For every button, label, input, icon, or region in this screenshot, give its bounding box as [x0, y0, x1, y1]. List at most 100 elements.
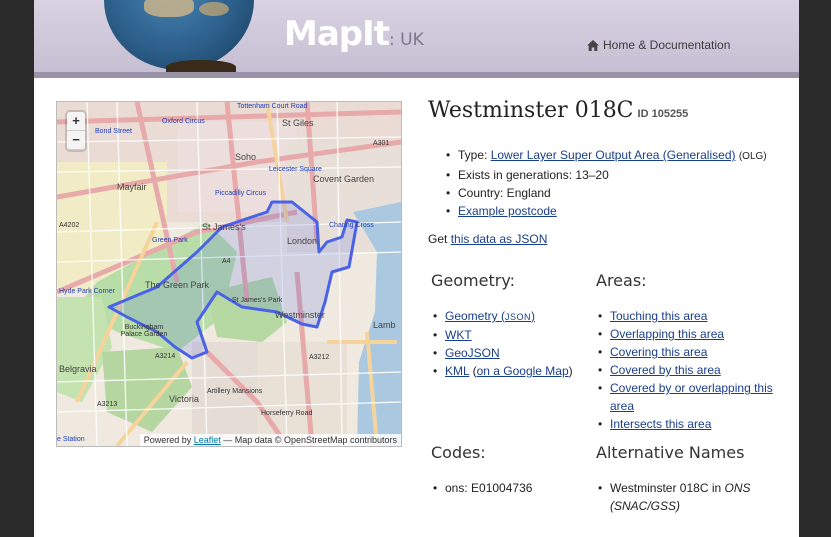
alternative-names-list: Westminster 018C in ONS (SNAC/GSS) — [596, 479, 776, 515]
map-label: Belgravia — [59, 364, 97, 374]
home-documentation-label: Home & Documentation — [603, 38, 731, 52]
page-title: Westminster 018C ID 105255 — [428, 98, 688, 123]
map-label: Green Park — [152, 237, 188, 244]
touching-link[interactable]: Touching this area — [610, 309, 707, 323]
json-prefix: Get — [428, 232, 451, 246]
google-map-link[interactable]: on a Google Map — [477, 364, 569, 378]
kml-link[interactable]: KML — [445, 364, 469, 378]
list-item: Covering this area — [596, 343, 776, 361]
list-item: Overlapping this area — [596, 325, 776, 343]
map-label: Soho — [235, 152, 257, 162]
map-label: Charing Cross — [329, 222, 374, 229]
map-label: Hyde Park Corner — [59, 288, 116, 295]
list-item: Country: England — [444, 184, 767, 202]
area-type-code: (OLG) — [738, 151, 767, 162]
map-label: Mayfair — [117, 182, 147, 192]
list-item: Intersects this area — [596, 415, 776, 433]
geometry-link-text: Geometry ( — [445, 309, 506, 323]
geometry-json-small: JSON — [505, 312, 532, 322]
area-map[interactable]: Tottenham Court Road Oxford Circus Bond … — [56, 101, 402, 447]
list-item: Geometry (JSON) — [431, 307, 573, 326]
overlapping-link[interactable]: Overlapping this area — [610, 327, 724, 341]
codes-list: ons: E01004736 — [431, 479, 532, 497]
covering-link[interactable]: Covering this area — [610, 345, 707, 359]
map-label: A3214 — [155, 353, 176, 360]
zoom-in-button[interactable]: + — [67, 112, 85, 131]
covered-or-overlapping-link[interactable]: Covered by or overlapping this area — [610, 381, 773, 413]
list-item: Type: Lower Layer Super Output Area (Gen… — [444, 146, 767, 166]
map-label: Lamb — [373, 320, 396, 330]
wkt-link[interactable]: WKT — [445, 328, 472, 342]
map-zoom-control: + − — [67, 112, 85, 150]
area-name: Westminster 018C — [428, 98, 634, 123]
home-icon — [587, 39, 599, 51]
type-label: Type: — [458, 148, 491, 162]
map-label: Piccadilly Circus — [215, 190, 266, 197]
map-attribution: Powered by Leaflet — Map data © OpenStre… — [139, 434, 401, 446]
list-item: ons: E01004736 — [431, 479, 532, 497]
map-label: London — [287, 236, 318, 246]
area-id: ID 105255 — [637, 108, 689, 120]
map-label: The Green Park — [145, 280, 210, 290]
map-label: Tottenham Court Road — [237, 103, 308, 110]
site-header: MapIt: UK Home & Documentation — [34, 0, 799, 74]
geojson-link[interactable]: GeoJSON — [445, 346, 500, 360]
map-label: Horseferry Road — [261, 410, 313, 417]
intersects-link[interactable]: Intersects this area — [610, 417, 711, 431]
map-label: Artillery Mansions — [207, 388, 263, 395]
geometry-link-close: ) — [531, 309, 536, 323]
list-item: Exists in generations: 13–20 — [444, 166, 767, 184]
map-label: Buckingham Palace Garden — [120, 324, 168, 338]
google-close: ) — [568, 364, 573, 378]
leaflet-link[interactable]: Leaflet — [194, 435, 221, 445]
attribution-suffix: — Map data © OpenStreetMap contributors — [223, 435, 397, 445]
list-item: WKT — [431, 326, 573, 344]
map-label: Leicester Square — [269, 166, 322, 173]
list-item: Touching this area — [596, 307, 776, 325]
site-logo[interactable]: MapIt: UK — [284, 14, 424, 54]
logo-text: MapIt — [284, 14, 390, 54]
covered-by-link[interactable]: Covered by this area — [610, 363, 721, 377]
example-postcode-link[interactable]: Example postcode — [458, 204, 557, 218]
geometry-json-link[interactable]: Geometry (JSON) — [445, 309, 535, 323]
zoom-out-button[interactable]: − — [67, 131, 85, 150]
google-open: ( — [469, 364, 477, 378]
list-item: GeoJSON — [431, 344, 573, 362]
area-type-link[interactable]: Lower Layer Super Output Area (Generalis… — [491, 148, 736, 162]
map-label: Oxford Circus — [162, 118, 205, 125]
globe-land — [144, 0, 194, 17]
logo-sub: : UK — [389, 30, 424, 50]
codes-heading: Codes: — [431, 443, 486, 462]
areas-list: Touching this area Overlapping this area… — [596, 307, 776, 433]
map-label: St Giles — [282, 118, 314, 128]
list-item: Example postcode — [444, 202, 767, 220]
area-info-list: Type: Lower Layer Super Output Area (Gen… — [444, 146, 767, 220]
alternative-names-heading: Alternative Names — [596, 443, 745, 462]
map-label: A4202 — [59, 222, 80, 229]
geometry-list: Geometry (JSON) WKT GeoJSON KML (on a Go… — [431, 307, 573, 380]
globe-land — [199, 2, 229, 16]
map-label: A3212 — [309, 354, 330, 361]
geometry-heading: Geometry: — [431, 271, 516, 290]
json-data-line: Get this data as JSON — [428, 232, 547, 246]
map-label: A4 — [222, 258, 231, 265]
list-item: Covered by or overlapping this area — [596, 379, 776, 415]
home-documentation-link[interactable]: Home & Documentation — [587, 38, 730, 52]
header-divider — [34, 72, 799, 78]
areas-heading: Areas: — [596, 271, 647, 290]
map-label: St James's Park — [232, 297, 283, 304]
map-label: St James's — [202, 222, 246, 232]
page: MapIt: UK Home & Documentation Tottenham… — [34, 0, 799, 537]
list-item: Westminster 018C in ONS (SNAC/GSS) — [596, 479, 776, 515]
map-label: Covent Garden — [313, 174, 375, 184]
list-item: Covered by this area — [596, 361, 776, 379]
map-label: A3213 — [97, 401, 118, 408]
map-label: Westminster — [275, 310, 325, 320]
attribution-prefix: Powered by — [143, 435, 192, 445]
json-data-link[interactable]: this data as JSON — [451, 232, 548, 246]
map-label: Victoria — [169, 394, 199, 404]
map-label: e Station — [57, 436, 85, 443]
map-label: Bond Street — [95, 128, 132, 135]
list-item: KML (on a Google Map) — [431, 362, 573, 380]
map-label: A301 — [373, 140, 390, 147]
